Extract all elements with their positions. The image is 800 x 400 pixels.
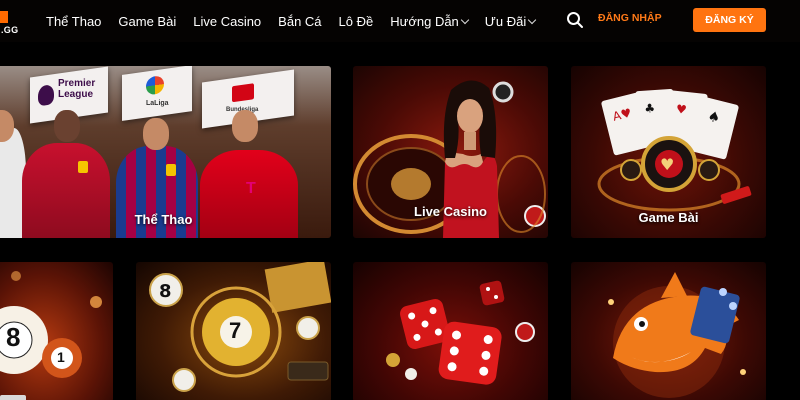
- game-tile-live-casino[interactable]: Live Casino: [353, 66, 548, 238]
- nav-item-label: Game Bài: [118, 13, 177, 29]
- poker-chip: [698, 159, 720, 181]
- game-tile-fishing[interactable]: [571, 262, 766, 400]
- dealer-face: [457, 99, 483, 133]
- ball-number: 1: [57, 349, 65, 365]
- logo-text: .GG: [1, 25, 19, 35]
- poker-chip: [620, 159, 642, 181]
- game-tile-sports[interactable]: Premier League LaLiga Bundesliga T Thể T…: [0, 66, 331, 238]
- bubble: [608, 299, 614, 305]
- nav-item-label: Lô Đề: [338, 13, 374, 29]
- nav-item-label: Live Casino: [193, 13, 262, 29]
- lottery-ball: [296, 316, 320, 340]
- ball-number: 7: [229, 318, 242, 343]
- fishing-illustration: [608, 272, 746, 398]
- shark-fin: [661, 272, 687, 298]
- nav-item-sports[interactable]: Thể Thao: [46, 14, 101, 29]
- dice-illustration: [386, 280, 535, 385]
- game-tile-lottery-gold[interactable]: 8 7: [136, 262, 331, 400]
- nav-item-promotions[interactable]: Ưu Đãi: [484, 13, 537, 29]
- tile-label: Game Bài: [638, 210, 699, 225]
- nav-item-label: Thể Thao: [46, 13, 102, 29]
- svg-text:8: 8: [159, 281, 172, 302]
- spark: [11, 271, 21, 281]
- nav-item-fishing[interactable]: Bắn Cá: [278, 14, 321, 29]
- liverpool-crest: [78, 161, 88, 173]
- chevron-down-icon: [528, 15, 537, 24]
- card-shard: [720, 186, 752, 204]
- die-right: [438, 321, 502, 385]
- premier-league-logo: [38, 84, 54, 107]
- nav-item-label: Hướng Dẫn: [390, 13, 459, 29]
- casino-chip: [492, 81, 514, 103]
- barcelona-crest: [166, 164, 176, 176]
- lottery-ball: [172, 368, 196, 392]
- roulette-wheel-hub: [391, 168, 431, 200]
- logo-mark: [0, 11, 8, 23]
- flag-label: LaLiga: [146, 99, 169, 107]
- ball-number: 8: [6, 322, 21, 352]
- gold-coin: [386, 353, 400, 367]
- chevron-down-icon: [460, 15, 470, 24]
- tile-label: Thể Thao: [134, 212, 193, 227]
- nav-item-guide[interactable]: Hướng Dẫn: [390, 13, 470, 29]
- tile-label: Live Casino: [414, 204, 487, 219]
- nav-item-live-casino[interactable]: Live Casino: [193, 14, 261, 29]
- svg-text:♣: ♣: [644, 101, 656, 116]
- game-tile-lottery-balls[interactable]: 8 1: [0, 262, 113, 400]
- nav-item-card-games[interactable]: Game Bài: [118, 14, 176, 29]
- nav-item-label: Ưu Đãi: [484, 13, 527, 29]
- game-tile-card-games[interactable]: A♥ ♣ ♥ ♠ ♥ Game Bài: [571, 66, 766, 238]
- site-logo[interactable]: .GG: [0, 9, 26, 35]
- top-header: .GG Thể Thao Game Bài Live Casino Bắn Cá…: [0, 0, 800, 42]
- casino-chip: [515, 322, 535, 342]
- laliga-logo: [146, 75, 164, 96]
- login-button[interactable]: ĐĂNG NHẬP: [598, 12, 662, 24]
- search-icon[interactable]: [566, 11, 584, 29]
- svg-text:♥: ♥: [675, 102, 687, 117]
- lottery-ball: [405, 368, 417, 380]
- heart-icon: ♥: [660, 155, 674, 174]
- bundesliga-logo: [232, 83, 254, 103]
- telekom-logo: T: [246, 180, 256, 197]
- spark: [90, 296, 102, 308]
- player-head: [143, 118, 169, 150]
- gold-ticket: [264, 262, 331, 313]
- player-head: [232, 110, 258, 142]
- flag-label: Premier League: [58, 78, 96, 101]
- nav-item-lottery[interactable]: Lô Đề: [339, 14, 374, 29]
- die-small: [479, 280, 505, 306]
- game-tile-dice[interactable]: [353, 262, 548, 400]
- laliga-flag: LaLiga: [122, 66, 192, 121]
- main-nav: Thể Thao Game Bài Live Casino Bắn Cá Lô …: [46, 0, 537, 42]
- dealer-neck: [464, 132, 476, 150]
- nav-item-label: Bắn Cá: [278, 13, 322, 29]
- glow-ring: [496, 155, 546, 233]
- bubble: [740, 369, 746, 375]
- gold-bar: [287, 361, 329, 381]
- register-button[interactable]: ĐĂNG KÝ: [693, 8, 766, 32]
- ticket-strip: [0, 395, 26, 400]
- player-head: [54, 110, 80, 142]
